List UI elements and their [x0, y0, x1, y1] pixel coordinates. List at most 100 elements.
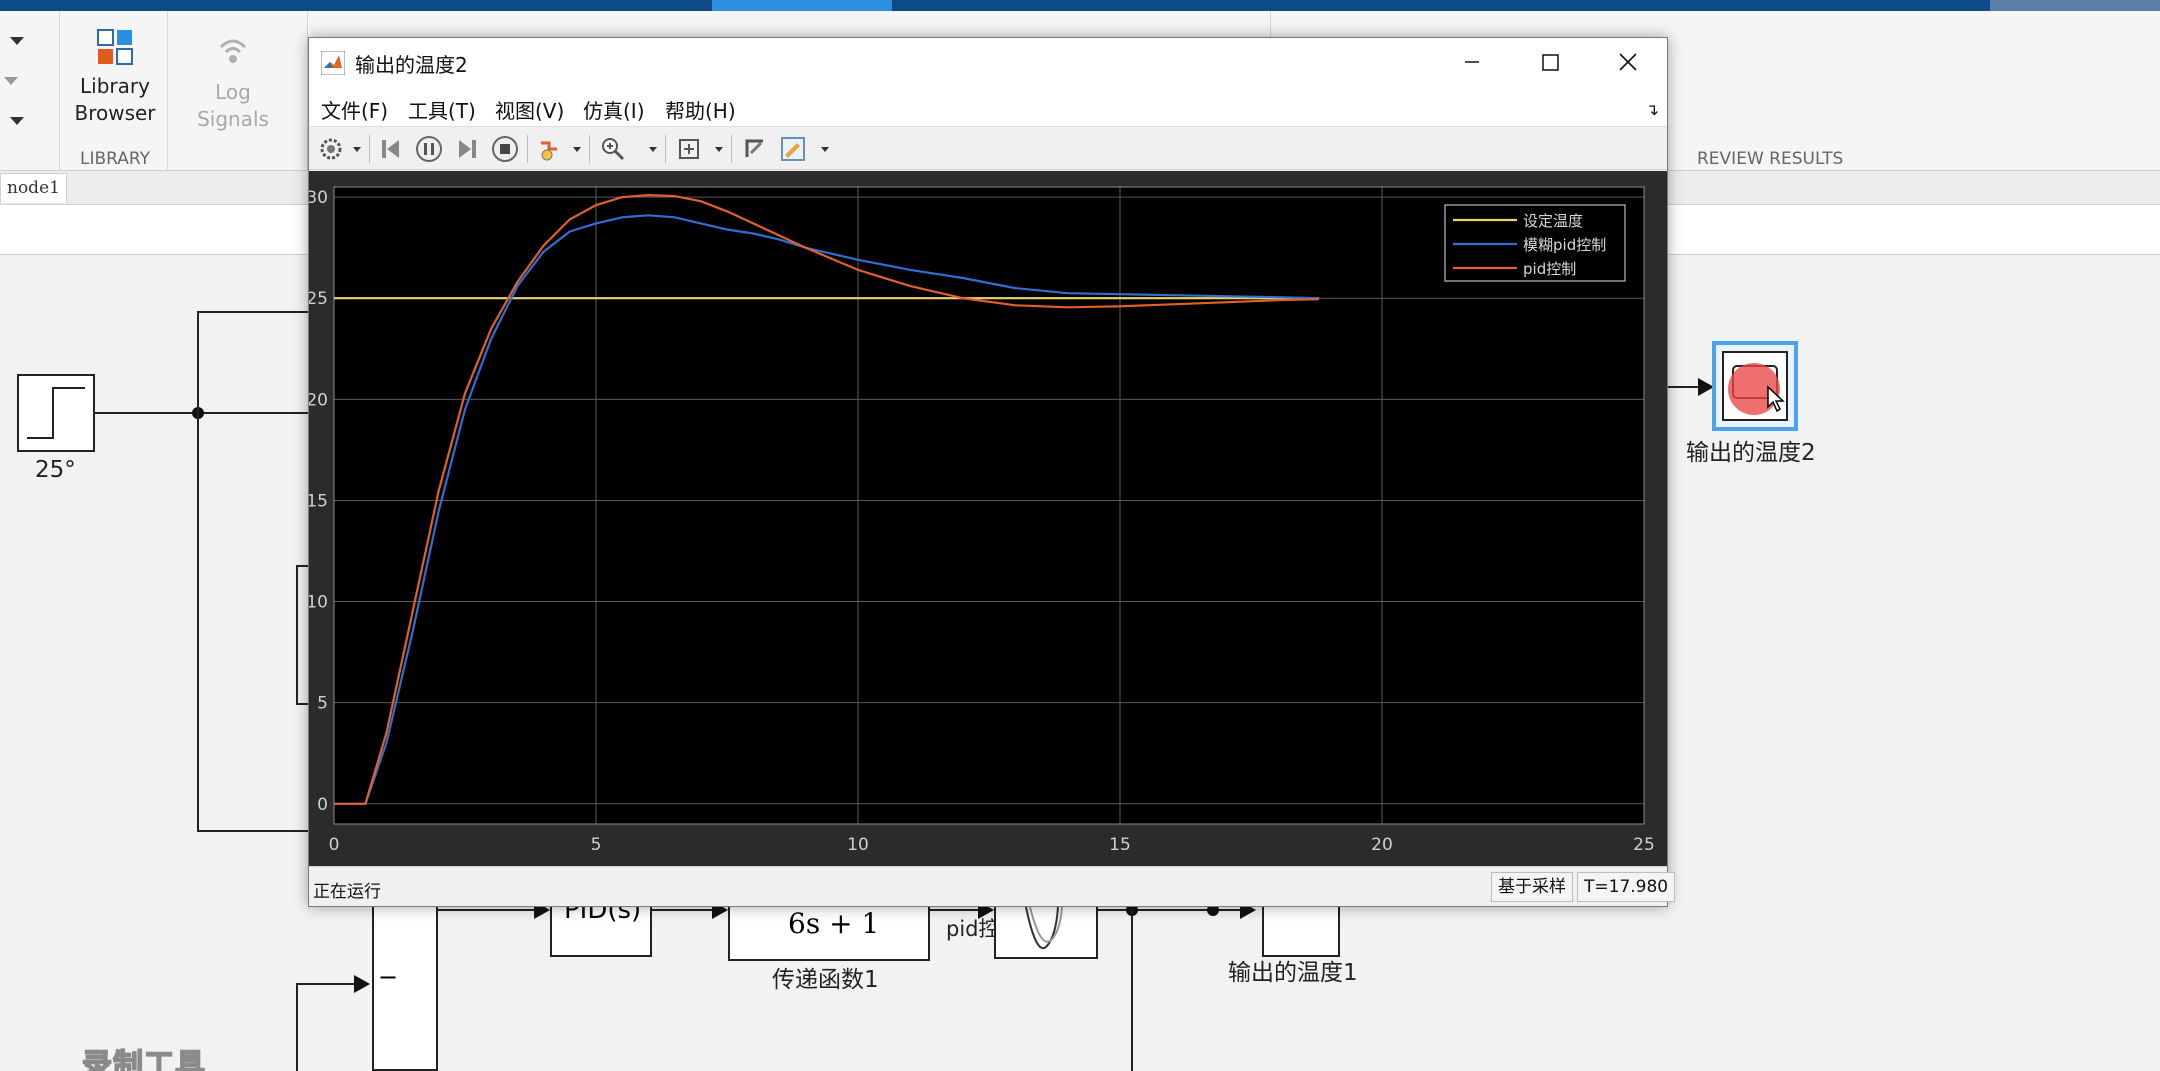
tf-denominator: 6s + 1	[788, 907, 880, 940]
signal-arrow	[354, 975, 370, 993]
sum-sign: −	[378, 963, 399, 991]
library-browser-button[interactable]: Library Browser	[70, 27, 160, 127]
highlight-dropdown-icon[interactable]	[573, 147, 581, 152]
sample-mode-field: 基于采样	[1491, 872, 1573, 902]
step-back-icon[interactable]	[377, 135, 405, 163]
sim-time-field: T=17.980	[1577, 872, 1676, 902]
scope-menu-bar: 文件(F) 工具(T) 视图(V) 仿真(I) 帮助(H) ↴	[309, 88, 1667, 126]
x-tick-label: 0	[329, 835, 340, 855]
signal-wire	[1098, 909, 1248, 911]
toolbar-separator	[369, 135, 370, 163]
y-tick-label: 5	[317, 694, 328, 714]
recording-tool-watermark: 录制工具	[81, 1047, 206, 1071]
signal-wire	[197, 830, 308, 832]
y-tick-label: 0	[317, 795, 328, 815]
legend-label: 设定温度	[1523, 212, 1583, 230]
menu-help[interactable]: 帮助(H)	[665, 95, 736, 124]
signal-wire	[296, 565, 298, 705]
library-browser-icon	[97, 29, 133, 65]
log-signals-icon	[219, 39, 247, 63]
style-dropdown-icon[interactable]	[821, 147, 829, 152]
library-browser-label-2: Browser	[74, 101, 156, 125]
model-tab[interactable]: node1	[0, 173, 67, 203]
measure-icon[interactable]	[741, 135, 769, 163]
pause-icon[interactable]	[415, 135, 443, 163]
menu-simulation[interactable]: 仿真(I)	[583, 95, 645, 124]
matlab-logo-icon	[321, 51, 345, 75]
ribbon-group-left	[0, 11, 60, 171]
menu-tools[interactable]: 工具(T)	[408, 95, 476, 124]
signal-wire	[296, 985, 298, 1071]
signal-wire	[296, 703, 308, 705]
menu-file[interactable]: 文件(F)	[321, 95, 388, 124]
y-tick-label: 15	[309, 491, 328, 511]
log-signals-label-2: Signals	[197, 107, 269, 131]
signal-wire	[1131, 909, 1133, 1071]
step-block-label: 25°	[35, 457, 76, 483]
signal-wire	[197, 311, 199, 831]
minimize-button[interactable]	[1433, 38, 1511, 88]
library-browser-label-1: Library	[80, 74, 150, 98]
scope1-label: 输出的温度1	[1228, 960, 1358, 986]
toolbar-separator	[527, 135, 528, 163]
scope-status-bar: 正在运行 基于采样 T=17.980	[309, 866, 1676, 906]
toolbar-separator	[665, 135, 666, 163]
window-top-strip	[0, 0, 2160, 11]
x-tick-label: 5	[591, 835, 602, 855]
minimize-icon	[1465, 61, 1479, 63]
style-icon[interactable]	[779, 135, 807, 163]
step-forward-icon[interactable]	[453, 135, 481, 163]
mouse-cursor-icon	[1767, 385, 1785, 413]
close-button[interactable]	[1589, 38, 1667, 88]
log-signals-label-1: Log	[215, 80, 251, 104]
stop-icon[interactable]	[491, 135, 519, 163]
scope-chart[interactable]: 0 5 10 15 20 25 0 5 10 15 20 25 30 设定温度模糊pid控制 pid控制	[306, 171, 1667, 866]
sum-block[interactable]: −	[372, 895, 438, 1071]
toolbar-separator	[589, 135, 590, 163]
scope-toolbar	[309, 126, 1667, 170]
highlight-icon[interactable]	[537, 135, 565, 163]
toolbar-separator	[731, 135, 732, 163]
y-tick-label: 30	[309, 188, 328, 208]
settings-dropdown-icon[interactable]	[353, 147, 361, 152]
y-tick-label: 25	[309, 289, 328, 309]
autoscale-icon[interactable]	[675, 135, 703, 163]
review-results-section-label: REVIEW RESULTS	[1697, 149, 1844, 169]
scope2-label: 输出的温度2	[1686, 440, 1816, 466]
legend: 设定温度模糊pid控制 pid控制	[1444, 204, 1626, 282]
menu-view[interactable]: 视图(V)	[495, 95, 564, 124]
settings-icon[interactable]	[317, 135, 345, 163]
legend-label: pid控制	[1523, 260, 1576, 278]
maximize-icon	[1542, 54, 1559, 71]
library-section-label: LIBRARY	[80, 149, 151, 169]
signal-wire	[438, 909, 538, 911]
close-icon	[1619, 53, 1637, 71]
scope-plot-area[interactable]: 0 5 10 15 20 25 0 5 10 15 20 25 30 设定温度模糊pid控制 pid控制	[306, 171, 1667, 866]
signal-wire	[652, 909, 712, 911]
ribbon-group-log: Log Signals	[168, 11, 308, 171]
maximize-button[interactable]	[1511, 38, 1589, 88]
y-tick-label: 10	[309, 593, 328, 613]
ribbon-group-library: Library Browser LIBRARY	[60, 11, 168, 171]
x-tick-label: 15	[1109, 835, 1131, 855]
run-status: 正在运行	[313, 882, 381, 902]
scope-window: 输出的温度2 文件(F) 工具(T) 视图(V) 仿真(I) 帮助(H) ↴ 0…	[306, 37, 1676, 907]
step-icon	[27, 387, 85, 439]
autoscale-dropdown-icon[interactable]	[715, 147, 723, 152]
scope2-selection[interactable]	[1712, 341, 1798, 431]
legend-label: 模糊pid控制	[1523, 236, 1606, 254]
x-tick-label: 20	[1371, 835, 1393, 855]
scope-window-title: 输出的温度2	[355, 53, 468, 77]
y-tick-label: 20	[309, 390, 328, 410]
scope-title-bar[interactable]: 输出的温度2	[309, 38, 1667, 88]
step-block[interactable]	[17, 374, 95, 452]
x-tick-label: 10	[847, 835, 869, 855]
transfer-function-label: 传递函数1	[772, 967, 879, 993]
undock-arrow-icon[interactable]: ↴	[1646, 100, 1659, 119]
zoom-dropdown-icon[interactable]	[649, 147, 657, 152]
x-tick-label: 25	[1633, 835, 1655, 855]
log-signals-button[interactable]: Log Signals	[193, 33, 273, 133]
top-strip-right	[1990, 0, 2160, 11]
active-tab-indicator	[712, 0, 892, 11]
zoom-icon[interactable]	[599, 135, 627, 163]
